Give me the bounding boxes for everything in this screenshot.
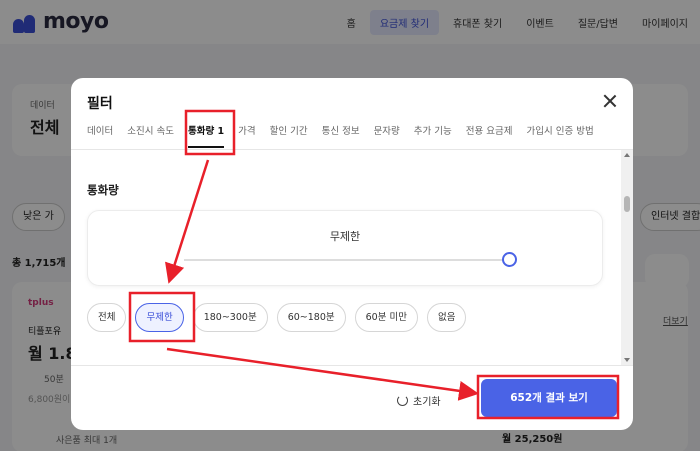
call-volume-options: 전체 무제한 180~300분 60~180분 60분 미만 없음 (87, 303, 467, 332)
tab-verification-method[interactable]: 가입시 인증 방법 (527, 122, 594, 150)
call-volume-slider-card: 무제한 (87, 210, 603, 286)
modal-scrollbar[interactable] (621, 150, 633, 365)
scroll-thumb[interactable] (624, 196, 630, 212)
refresh-icon (397, 394, 408, 406)
scroll-down-arrow-icon[interactable] (624, 358, 630, 362)
show-results-button[interactable]: 652개 결과 보기 (481, 379, 617, 417)
tab-price[interactable]: 가격 (238, 122, 255, 150)
reset-button[interactable]: 초기화 (397, 385, 441, 415)
chip-unlimited[interactable]: 무제한 (135, 303, 184, 332)
slider-handle[interactable] (502, 252, 517, 267)
footer-divider (71, 365, 633, 366)
slider-track[interactable] (184, 252, 517, 267)
chip-180-300[interactable]: 180~300분 (192, 303, 268, 332)
filter-modal: 필터 데이터 소진시 속도 통화량 1 가격 할인 기간 통신 정보 문자량 추… (71, 78, 633, 430)
tab-exclusive-plans[interactable]: 전용 요금제 (466, 122, 513, 150)
tab-data[interactable]: 데이터 (87, 122, 113, 150)
section-title: 통화량 (87, 183, 119, 197)
tab-call-volume[interactable]: 통화량 1 (187, 122, 225, 150)
slider-value-label: 무제한 (329, 230, 361, 243)
tab-carrier-info[interactable]: 통신 정보 (322, 122, 360, 150)
chip-all[interactable]: 전체 (87, 303, 127, 332)
tab-discount-period[interactable]: 할인 기간 (270, 122, 308, 150)
filter-tabs: 데이터 소진시 속도 통화량 1 가격 할인 기간 통신 정보 문자량 추가 기… (87, 122, 594, 150)
modal-title: 필터 (87, 96, 113, 112)
tab-divider (71, 149, 633, 150)
chip-none[interactable]: 없음 (426, 303, 467, 332)
close-icon[interactable] (601, 92, 619, 110)
reset-label: 초기화 (413, 396, 441, 408)
scroll-up-arrow-icon[interactable] (624, 153, 630, 157)
tab-extra-features[interactable]: 추가 기능 (414, 122, 452, 150)
tab-sms-volume[interactable]: 문자량 (374, 122, 400, 150)
tab-exhausted-speed[interactable]: 소진시 속도 (127, 122, 174, 150)
chip-60-180[interactable]: 60~180분 (276, 303, 346, 332)
chip-under-60[interactable]: 60분 미만 (354, 303, 418, 332)
